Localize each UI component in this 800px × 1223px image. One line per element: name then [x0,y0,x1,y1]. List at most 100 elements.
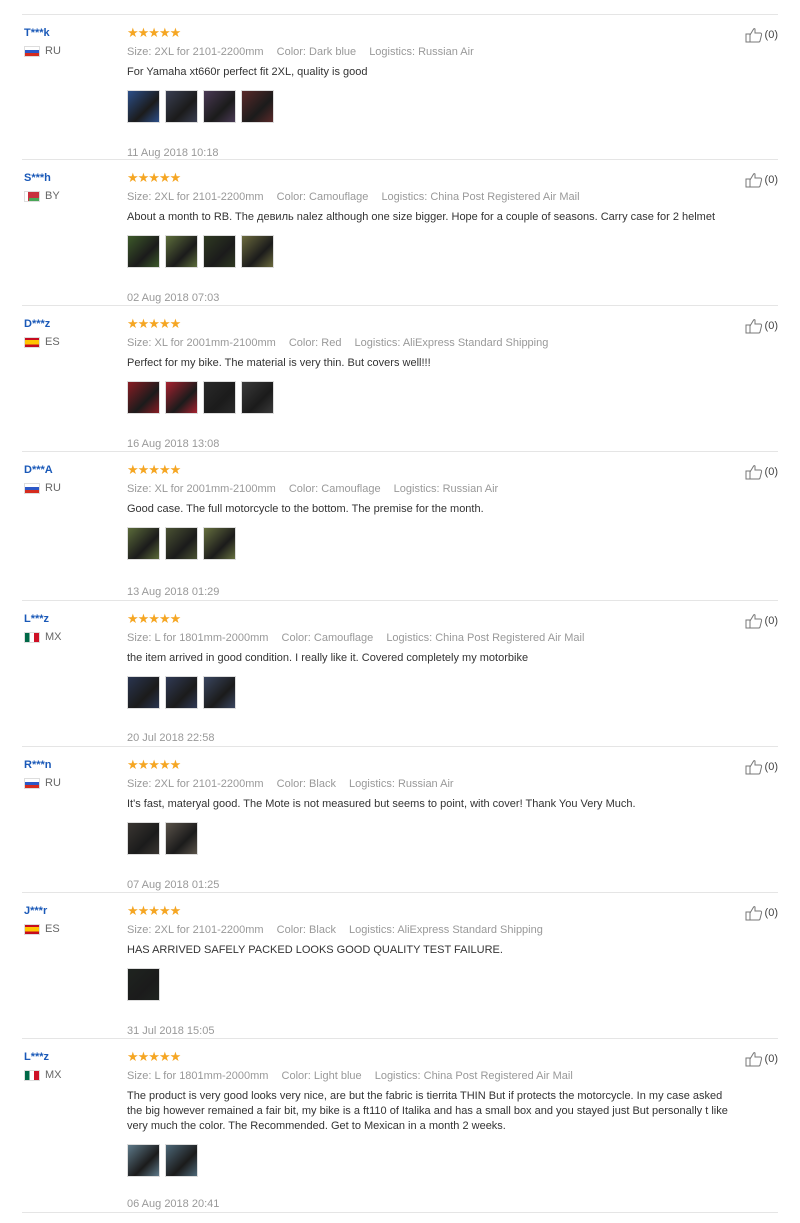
review-text: HAS ARRIVED SAFELY PACKED LOOKS GOOD QUA… [127,944,503,956]
review-photo-thumbnail[interactable] [127,676,160,709]
buyer-name-link[interactable]: J***r [24,905,60,917]
buyer-info: D***z ES [24,318,60,348]
review-photo-thumbnail[interactable] [127,90,160,123]
review-text: It's fast, materyal good. The Mote is no… [127,798,636,810]
buyer-country: RU [24,777,61,789]
review-photo-thumbnail[interactable] [127,381,160,414]
review-photo-thumbnail[interactable] [241,90,274,123]
order-attributes: Size: L for 1801mm-2000mm Color: Camoufl… [127,632,738,644]
country-code: RU [45,482,61,494]
order-attributes: Size: XL for 2001mm-2100mm Color: Red Lo… [127,337,738,349]
review-photo-thumbnail[interactable] [165,381,198,414]
buyer-name-link[interactable]: D***z [24,318,60,330]
buyer-country: ES [24,336,60,348]
review-photo-thumbnail[interactable] [203,90,236,123]
buyer-info: L***z MX [24,1051,62,1081]
size-value: L for 1801mm-2000mm [154,1070,269,1082]
logistics-label: Logistics: [386,632,433,644]
review-photo-thumbnail[interactable] [127,235,160,268]
logistics-label: Logistics: [349,924,395,936]
review-photo-thumbnail[interactable] [203,381,236,414]
country-flag-icon [24,777,40,789]
country-code: BY [45,190,60,202]
buyer-name-link[interactable]: R***n [24,759,61,771]
review-photo-thumbnail[interactable] [165,822,198,855]
buyer-name-link[interactable]: L***z [24,1051,62,1063]
review-photo-thumbnail[interactable] [241,235,274,268]
logistics-value: China Post Registered Air Mail [435,632,585,644]
size-label: Size: [127,632,152,644]
review-photo-thumbnail[interactable] [127,822,160,855]
thumbs-up-icon [745,1052,762,1067]
helpful-button[interactable]: (0) [745,1051,778,1067]
helpful-button[interactable]: (0) [745,318,778,334]
review-item: L***z MX ★★★★★ Size: L for 1801mm-2000mm… [22,601,778,747]
helpful-button[interactable]: (0) [745,27,778,43]
star-rating: ★★★★★ [127,25,181,40]
review-photo-thumbnail[interactable] [203,676,236,709]
size-label: Size: [127,924,152,936]
review-item: D***z ES ★★★★★ Size: XL for 2001mm-2100m… [22,306,778,452]
logistics-label: Logistics: [381,191,428,203]
review-photo-thumbnail[interactable] [165,1144,198,1177]
logistics-value: China Post Registered Air Mail [430,191,580,203]
order-attributes: Size: 2XL for 2101-2200mm Color: Black L… [127,924,738,936]
helpful-button[interactable]: (0) [745,905,778,921]
review-photo-thumbnail[interactable] [165,235,198,268]
color-value: Black [309,778,336,790]
review-date: 02 Aug 2018 07:03 [127,292,220,304]
logistics-value: Russian Air [397,778,454,790]
review-photo-thumbnail[interactable] [127,527,160,560]
helpful-button[interactable]: (0) [745,613,778,629]
review-photo-thumbnail[interactable] [203,527,236,560]
buyer-info: S***h BY [24,172,60,202]
color-value: Black [309,924,336,936]
star-rating: ★★★★★ [127,903,181,918]
helpful-button[interactable]: (0) [745,172,778,188]
review-content: ★★★★★ Size: 2XL for 2101-2200mm Color: C… [127,171,738,304]
helpful-count: (0) [764,615,778,627]
review-content: ★★★★★ Size: 2XL for 2101-2200mm Color: B… [127,903,738,1037]
color-value: Red [321,337,342,349]
logistics-label: Logistics: [369,46,416,58]
color-value: Camouflage [309,191,369,203]
logistics-value: AliExpress Standard Shipping [402,337,549,349]
review-photo-thumbnail[interactable] [241,381,274,414]
buyer-info: D***A RU [24,464,61,494]
review-photo-thumbnail[interactable] [165,527,198,560]
size-label: Size: [127,1070,152,1082]
review-content: ★★★★★ Size: XL for 2001mm-2100mm Color: … [127,463,738,598]
review-photo-thumbnail[interactable] [165,676,198,709]
review-photos [127,235,738,268]
review-content: ★★★★★ Size: 2XL for 2101-2200mm Color: D… [127,25,738,159]
review-text: Perfect for my bike. The material is ver… [127,357,431,369]
review-photo-thumbnail[interactable] [165,90,198,123]
review-photo-thumbnail[interactable] [127,1144,160,1177]
helpful-count: (0) [764,174,778,186]
review-photos [127,676,738,709]
review-photo-thumbnail[interactable] [127,968,160,1001]
review-item: R***n RU ★★★★★ Size: 2XL for 2101-2200mm… [22,747,778,893]
review-item: S***h BY ★★★★★ Size: 2XL for 2101-2200mm… [22,160,778,306]
review-text: Good case. The full motorcycle to the bo… [127,503,484,515]
thumbs-up-icon [745,319,762,334]
buyer-name-link[interactable]: S***h [24,172,60,184]
buyer-name-link[interactable]: L***z [24,613,62,625]
review-text: About a month to RB. The девиль nalez al… [127,211,716,223]
review-photos [127,968,738,1001]
country-flag-icon [24,190,40,202]
helpful-button[interactable]: (0) [745,464,778,480]
buyer-name-link[interactable]: T***k [24,27,61,39]
color-label: Color: [281,1070,311,1082]
color-value: Dark blue [309,46,357,58]
helpful-count: (0) [764,466,778,478]
country-flag-icon [24,336,40,348]
feedback-list: T***k RU ★★★★★ Size: 2XL for 2101-2200mm… [22,14,778,1213]
logistics-value: Russian Air [418,46,474,58]
country-code: ES [45,336,60,348]
star-rating: ★★★★★ [127,316,181,331]
review-photo-thumbnail[interactable] [203,235,236,268]
size-label: Size: [127,778,152,790]
helpful-button[interactable]: (0) [745,759,778,775]
buyer-name-link[interactable]: D***A [24,464,61,476]
